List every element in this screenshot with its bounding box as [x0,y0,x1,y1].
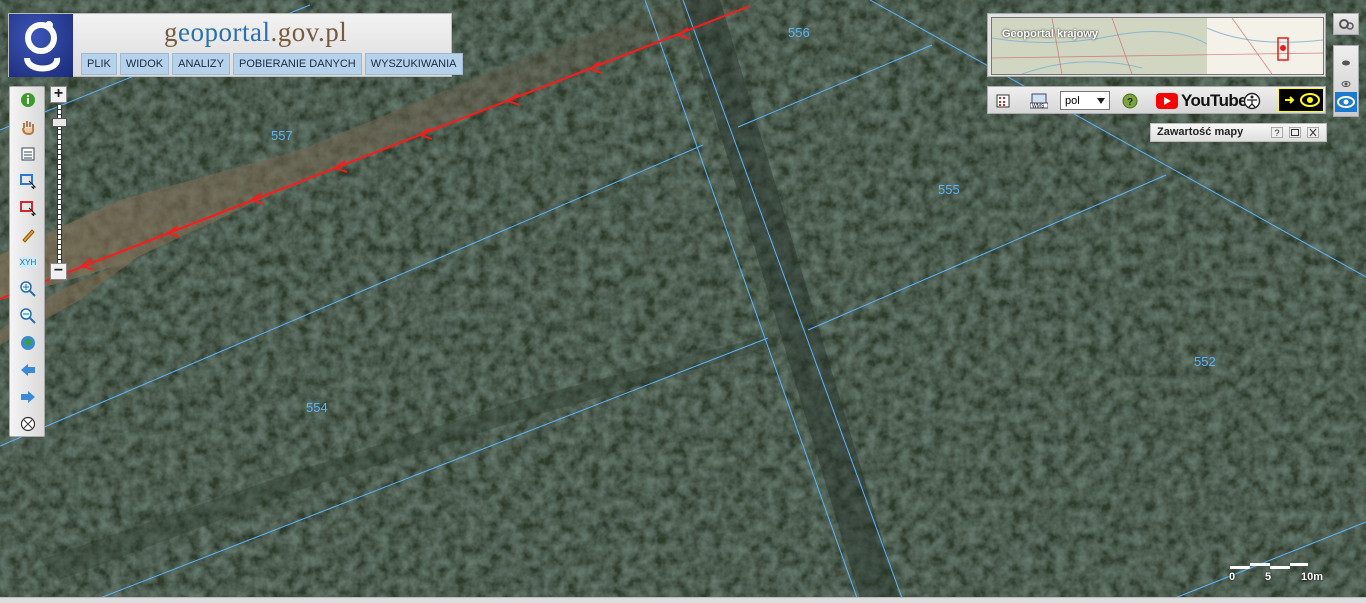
menu-widok[interactable]: WIDOK [119,53,170,75]
right-side-panel [1333,45,1359,117]
chevron-down-icon [1097,97,1105,104]
info-icon[interactable] [19,91,37,109]
high-contrast-toggle[interactable] [1278,88,1324,112]
zoom-out-button[interactable]: − [50,263,67,280]
eye-icon-small[interactable] [1341,75,1351,93]
main-menu: PLIK WIDOK ANALIZY POBIERANIE DANYCH WYS… [81,53,463,75]
zoom-out-icon[interactable] [19,307,37,325]
horizontal-scrollbar[interactable] [0,597,1366,603]
youtube-button[interactable]: YouTube [1156,91,1248,110]
parcel-label: 557 [271,128,293,143]
gear-icon [1339,19,1354,30]
zoom-in-icon[interactable] [19,280,37,298]
legend-icon[interactable] [19,145,37,163]
accessibility-icon[interactable] [1243,92,1261,110]
panel-help-button[interactable]: ? [1271,127,1283,138]
select-box-blue-icon[interactable] [19,172,37,190]
maximize-icon[interactable] [1289,127,1301,138]
parcel-label: 554 [306,400,328,415]
overview-map[interactable]: Geoportal krajowy [991,17,1324,75]
scale-label-5: 5 [1265,571,1272,583]
zoom-in-button[interactable]: + [50,86,67,103]
map-content-panel[interactable]: Zawartość mapy ? [1150,123,1327,142]
xyh-icon[interactable]: XYH [18,253,38,271]
help-icon[interactable]: ? [1122,92,1138,110]
left-toolbar: XYH [9,86,45,437]
menu-pobieranie-danych[interactable]: POBIERANIE DANYCH [233,53,362,75]
svg-text:?: ? [1127,97,1133,108]
settings-button[interactable] [1333,13,1359,35]
top-right-toolbar: WMS pol ? YouTube [987,86,1326,114]
forward-arrow-icon[interactable] [19,388,37,406]
menu-wyszukiwania[interactable]: WYSZUKIWANIA [364,53,463,75]
select-box-red-icon[interactable] [19,199,37,217]
eye-icon[interactable] [1335,92,1357,112]
svg-text:WMS: WMS [1032,104,1045,110]
header-panel: geoportal.gov.pl PLIK WIDOK ANALIZY POBI… [8,13,463,77]
parcel-label: 556 [788,25,810,40]
scale-label-0: 0 [1229,571,1236,583]
menu-plik[interactable]: PLIK [81,53,117,75]
globe-icon[interactable] [19,334,37,352]
menu-analizy[interactable]: ANALIZY [172,53,230,75]
close-icon[interactable] [1307,127,1319,138]
site-title: geoportal.gov.pl [164,17,348,47]
back-arrow-icon[interactable] [19,361,37,379]
language-select[interactable]: pol [1060,91,1110,110]
geoportal-logo[interactable] [9,14,73,77]
zoom-thumb[interactable] [52,118,67,127]
scale-bar: 0 5 10m [1228,563,1338,585]
youtube-icon [1156,93,1178,109]
pencil-icon[interactable] [19,226,37,244]
wms-icon[interactable]: WMS [1030,92,1048,110]
map-content-title: Zawartość mapy [1157,126,1244,138]
pan-hand-icon[interactable] [19,118,37,136]
parcel-label: 552 [1194,354,1216,369]
grid-icon[interactable] [996,92,1010,110]
scale-label-10m: 10m [1301,571,1324,583]
clear-icon[interactable] [19,415,37,433]
zoom-slider[interactable]: + − [50,86,68,282]
parcel-label: 555 [938,182,960,197]
zoom-rail[interactable] [57,105,62,263]
overview-map-panel: Geoportal krajowy [987,13,1326,77]
eye-icon-small[interactable] [1341,54,1351,72]
overview-title: Geoportal krajowy [1002,28,1098,40]
